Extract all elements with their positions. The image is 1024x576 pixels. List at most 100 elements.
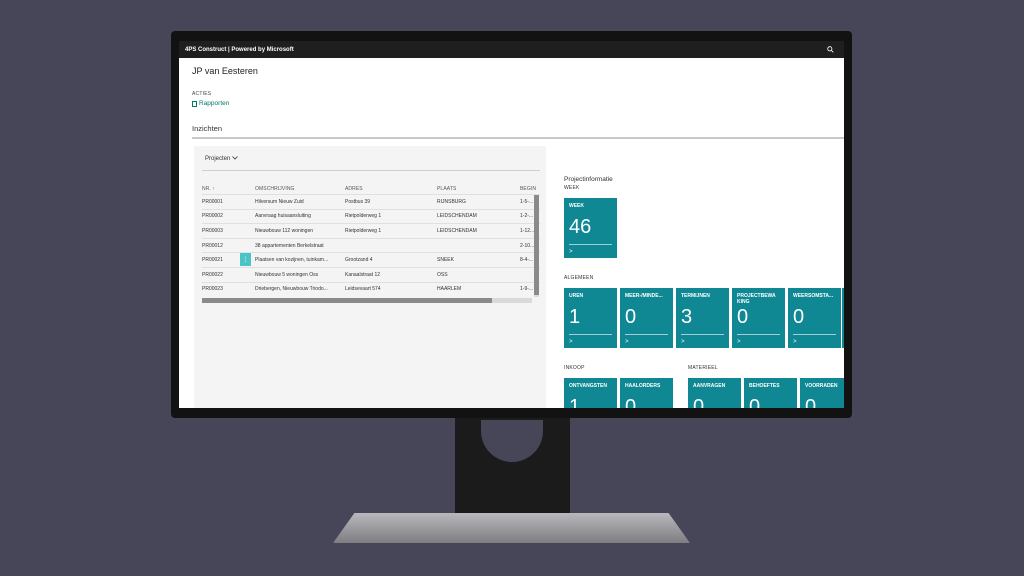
table-cell: RIJNSBURG <box>437 198 466 205</box>
cue-tile[interactable]: HAALORDERS0> <box>620 378 673 408</box>
table-cell: Aanvraag huisaansluiting <box>255 213 311 220</box>
vertical-scrollbar[interactable] <box>534 195 539 297</box>
general-section-label: ALGEMEEN <box>564 275 594 281</box>
monitor-stand-base <box>333 513 690 543</box>
stand-cutout <box>481 420 543 462</box>
table-cell: Nieuwbouw 112 woningen <box>255 227 314 234</box>
scrollbar-thumb[interactable] <box>534 195 539 295</box>
tile-label: BEHOEFTES <box>749 383 780 389</box>
table-cell: PR00022 <box>202 271 223 278</box>
actions-label: ACTIES <box>192 91 212 97</box>
tile-value: 3 <box>681 306 693 328</box>
cue-tile[interactable]: WEERSOMSTA... 0 > <box>788 288 841 348</box>
column-header[interactable]: OMSCHRIJVING <box>255 186 345 192</box>
cue-tile[interactable]: MEER-/MINDE... 0 > <box>620 288 673 348</box>
tile-value: 0 <box>793 306 805 328</box>
tile-value: 0 <box>625 306 637 328</box>
table-cell: Rietpolderweg 1 <box>345 227 382 234</box>
tile-divider <box>625 334 668 335</box>
reports-link[interactable]: Rapporten <box>192 100 229 107</box>
page-title: JP van Eesteren <box>192 66 258 76</box>
table-cell: Driebergen, Nieuwbouw Triodo... <box>255 286 328 293</box>
cue-tile[interactable]: PROJECTBEWA KING 0 > <box>732 288 785 348</box>
column-header[interactable]: ADRES <box>345 186 437 192</box>
table-row[interactable]: PR00001 Hilversum Nieuw Zuid Postbus 39 RIJ… <box>202 194 540 209</box>
tile-label: UREN <box>569 293 584 299</box>
table-cell: Plaatsen van kozijnen, tuinkam... <box>255 257 329 264</box>
cue-tile[interactable]: ONTVANGSTEN1> <box>564 378 617 408</box>
table-cell: LEIDSCHENDAM <box>437 227 477 234</box>
tile-divider <box>793 334 836 335</box>
cue-tile[interactable]: WEEK 46 > <box>564 198 617 258</box>
cue-tile[interactable]: BEHOEFTES0> <box>744 378 797 408</box>
table-row[interactable]: PR00002 Aanvraag huisaansluiting Rietpolde… <box>202 208 540 224</box>
tile-value: 0 <box>625 396 637 408</box>
tile-label: AANVRAGEN <box>693 383 726 389</box>
table-cell: LEIDSCHENDAM <box>437 213 477 220</box>
table-cell: OSS <box>437 271 448 278</box>
tile-label: MEER-/MINDE... <box>625 293 663 299</box>
tile-label: WEERSOMSTA... <box>793 293 834 299</box>
chevron-right-icon: > <box>569 339 573 345</box>
project-info-heading: Projectinformatie <box>564 176 613 183</box>
horizontal-scrollbar[interactable] <box>202 298 532 303</box>
table-row[interactable]: PR00022 Nieuwbouw 5 woningen Oss Kanaalstr… <box>202 266 540 282</box>
table-cell: PR00001 <box>202 198 223 205</box>
list-selector-label: Projecten <box>205 156 231 162</box>
table-cell: Leidsevaart 574 <box>345 286 381 293</box>
column-header[interactable]: NR. ↑ <box>202 186 255 192</box>
scrollbar-thumb[interactable] <box>202 298 492 303</box>
monitor-stand-neck <box>455 418 570 518</box>
column-header[interactable]: PLAATS <box>437 186 520 192</box>
table-cell: PR00012 <box>202 242 223 249</box>
table-row[interactable]: PR00012 38 appartementen Berkelstraat 2-10… <box>202 237 540 253</box>
table-cell: PR00003 <box>202 227 223 234</box>
tile-value: 0 <box>805 396 817 408</box>
app-screen: 4PS Construct | Powered by Microsoft JP … <box>179 41 844 408</box>
cue-tile[interactable]: UREN 1 > <box>564 288 617 348</box>
app-title: 4PS Construct | Powered by Microsoft <box>185 46 294 53</box>
tile-value: 1 <box>569 396 581 408</box>
divider <box>192 137 844 139</box>
role-center: JP van Eesteren ACTIES Rapporten Inzicht… <box>179 58 844 408</box>
tile-divider <box>737 334 780 335</box>
table-cell: Grootzand 4 <box>345 257 373 264</box>
selector-underline <box>202 170 540 171</box>
tile-value: 0 <box>693 396 705 408</box>
search-icon[interactable] <box>826 46 834 54</box>
week-section-label: WEEK <box>564 185 580 191</box>
table-cell: Rietpolderweg 1 <box>345 213 382 220</box>
table-cell: Hilversum Nieuw Zuid <box>255 198 304 205</box>
tile-value: 1 <box>569 306 581 328</box>
table-cell: PR00023 <box>202 286 223 293</box>
cue-tile[interactable]: AANVRAGEN0> <box>688 378 741 408</box>
tile-label: WEEK <box>569 203 584 209</box>
column-header[interactable]: BEGIN <box>520 186 540 192</box>
table-cell: Postbus 39 <box>345 198 371 205</box>
tile-divider <box>681 334 724 335</box>
table-row[interactable]: PR00021 Plaatsen van kozijnen, tuinkam...… <box>202 252 540 267</box>
table-header: NR. ↑ OMSCHRIJVING ADRES PLAATS BEGIN <box>202 184 540 194</box>
report-icon <box>192 100 197 107</box>
table-row[interactable]: PR00023 Driebergen, Nieuwbouw Triodo... Le… <box>202 281 540 297</box>
table-cell: HAARLEM <box>437 286 462 293</box>
more-icon[interactable]: ⋮ <box>240 253 251 267</box>
tile-label: TERMIJNEN <box>681 293 710 299</box>
list-selector[interactable]: Projecten <box>205 156 238 162</box>
chevron-down-icon <box>232 156 238 162</box>
table-cell: PR00002 <box>202 213 223 220</box>
tile-divider <box>569 334 612 335</box>
purchase-section-label: INKOOP <box>564 365 585 371</box>
cue-tile[interactable]: TERMIJNEN 3 > <box>676 288 729 348</box>
table-row[interactable]: PR00003 Nieuwbouw 112 woningen Rietpolderw… <box>202 223 540 238</box>
table-cell: Kanaalstraat 12 <box>345 271 381 278</box>
tile-value: 0 <box>737 306 749 328</box>
table-cell: SNEEK <box>437 257 454 264</box>
chevron-right-icon: > <box>625 339 629 345</box>
top-bar: 4PS Construct | Powered by Microsoft <box>179 41 844 58</box>
chevron-right-icon: > <box>681 339 685 345</box>
tile-value: 0 <box>749 396 761 408</box>
reports-link-label: Rapporten <box>199 100 230 107</box>
chevron-right-icon: > <box>569 249 573 255</box>
cue-tile[interactable]: VOORRADEN0> <box>800 378 844 408</box>
